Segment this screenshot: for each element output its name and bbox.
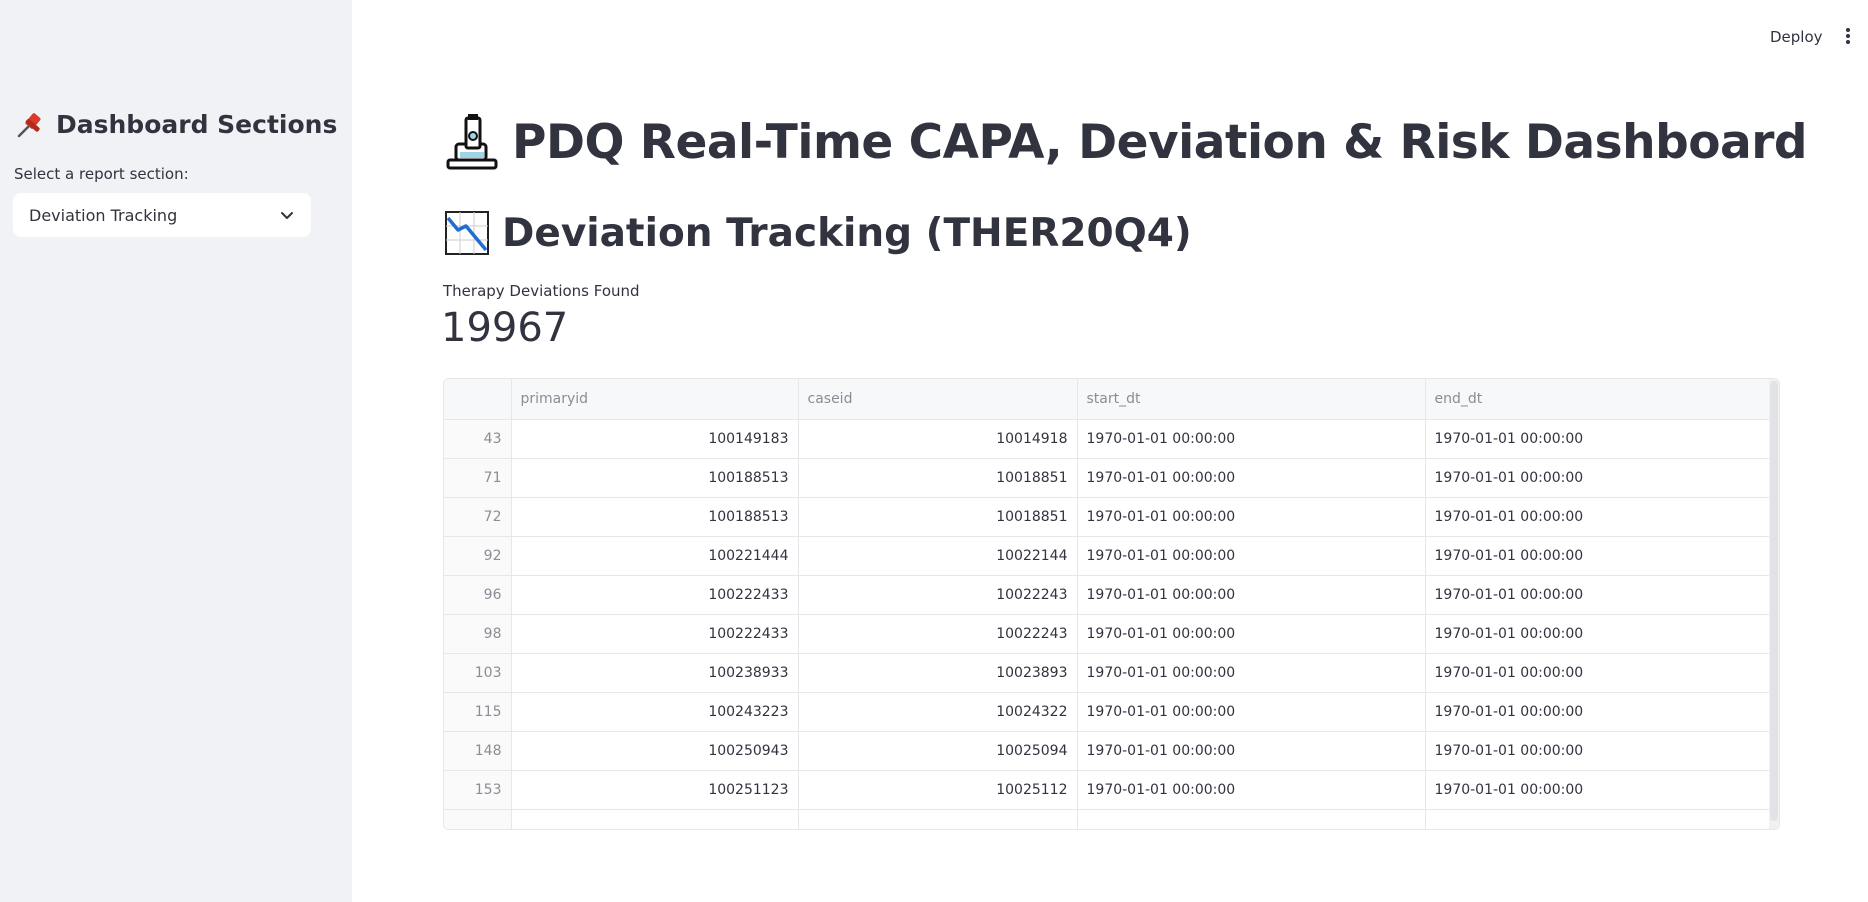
row-index: 96 (444, 575, 512, 615)
cell-caseid[interactable]: 10025094 (798, 731, 1078, 771)
row-index (444, 809, 512, 829)
deploy-button[interactable]: Deploy (1764, 26, 1829, 48)
row-index: 71 (444, 458, 512, 498)
cell-start-dt[interactable]: 1970-01-01 00:00:00 (1077, 770, 1426, 810)
cell-primaryid[interactable]: 100238933 (511, 653, 799, 693)
cell-end-dt[interactable]: 1970-01-01 00:00:00 (1425, 614, 1771, 654)
page-title-text: PDQ Real-Time CAPA, Deviation & Risk Das… (512, 114, 1808, 170)
cell-end-dt[interactable]: 1970-01-01 00:00:00 (1425, 458, 1771, 498)
sidebar-header: Dashboard Sections (14, 108, 337, 140)
section-select-value: Deviation Tracking (29, 205, 178, 225)
cell-end-dt[interactable]: 1970-01-01 00:00:00 (1425, 692, 1771, 732)
column-header-end-dt[interactable]: end_dt (1425, 379, 1771, 420)
chevron-down-icon (279, 207, 295, 223)
table-row[interactable]: 72 100188513 10018851 1970-01-01 00:00:0… (444, 497, 1771, 537)
section-title: Deviation Tracking (THER20Q4) (444, 210, 1192, 256)
table-row[interactable] (444, 809, 1771, 829)
cell-end-dt[interactable]: 1970-01-01 00:00:00 (1425, 731, 1771, 771)
cell-start-dt[interactable]: 1970-01-01 00:00:00 (1077, 731, 1426, 771)
cell-primaryid[interactable]: 100251123 (511, 770, 799, 810)
row-index: 72 (444, 497, 512, 537)
cell-primaryid[interactable]: 100222433 (511, 614, 799, 654)
cell-start-dt[interactable]: 1970-01-01 00:00:00 (1077, 692, 1426, 732)
table-row[interactable]: 148 100250943 10025094 1970-01-01 00:00:… (444, 731, 1771, 771)
cell-caseid[interactable]: 10022243 (798, 575, 1078, 615)
sidebar: Dashboard Sections Select a report secti… (0, 0, 352, 902)
table-scrollbar-thumb[interactable] (1770, 381, 1778, 821)
section-title-text: Deviation Tracking (THER20Q4) (502, 210, 1192, 256)
table-row[interactable]: 96 100222433 10022243 1970-01-01 00:00:0… (444, 575, 1771, 615)
cell-caseid[interactable]: 10018851 (798, 497, 1078, 537)
table-row[interactable]: 98 100222433 10022243 1970-01-01 00:00:0… (444, 614, 1771, 654)
cell-end-dt[interactable]: 1970-01-01 00:00:00 (1425, 575, 1771, 615)
table-row[interactable]: 92 100221444 10022144 1970-01-01 00:00:0… (444, 536, 1771, 576)
table-row[interactable]: 43 100149183 10014918 1970-01-01 00:00:0… (444, 419, 1771, 459)
chart-decreasing-icon (444, 210, 490, 256)
cell-caseid[interactable]: 10023893 (798, 653, 1078, 693)
row-index: 98 (444, 614, 512, 654)
cell-primaryid[interactable]: 100250943 (511, 731, 799, 771)
section-select-label: Select a report section: (14, 165, 189, 183)
metric-value: 19967 (441, 305, 569, 351)
cell-end-dt[interactable]: 1970-01-01 00:00:00 (1425, 419, 1771, 459)
cell-end-dt[interactable] (1425, 809, 1771, 829)
cell-caseid[interactable]: 10014918 (798, 419, 1078, 459)
cell-caseid[interactable] (798, 809, 1078, 829)
pushpin-icon (14, 108, 46, 140)
cell-primaryid[interactable]: 100149183 (511, 419, 799, 459)
row-index: 148 (444, 731, 512, 771)
cell-caseid[interactable]: 10024322 (798, 692, 1078, 732)
cell-caseid[interactable]: 10022243 (798, 614, 1078, 654)
cell-primaryid[interactable]: 100221444 (511, 536, 799, 576)
app-root: Dashboard Sections Select a report secti… (0, 0, 1868, 902)
table-row[interactable]: 71 100188513 10018851 1970-01-01 00:00:0… (444, 458, 1771, 498)
cell-primaryid[interactable]: 100188513 (511, 458, 799, 498)
cell-caseid[interactable]: 10018851 (798, 458, 1078, 498)
table-row[interactable]: 153 100251123 10025112 1970-01-01 00:00:… (444, 770, 1771, 810)
column-header-primaryid[interactable]: primaryid (511, 379, 799, 420)
cell-caseid[interactable]: 10025112 (798, 770, 1078, 810)
row-index: 115 (444, 692, 512, 732)
section-select[interactable]: Deviation Tracking (13, 193, 311, 237)
row-index: 153 (444, 770, 512, 810)
cell-start-dt[interactable]: 1970-01-01 00:00:00 (1077, 614, 1426, 654)
cell-start-dt[interactable]: 1970-01-01 00:00:00 (1077, 458, 1426, 498)
metric-label: Therapy Deviations Found (443, 282, 640, 300)
row-index: 103 (444, 653, 512, 693)
cell-end-dt[interactable]: 1970-01-01 00:00:00 (1425, 497, 1771, 537)
table-row[interactable]: 115 100243223 10024322 1970-01-01 00:00:… (444, 692, 1771, 732)
cell-start-dt[interactable]: 1970-01-01 00:00:00 (1077, 575, 1426, 615)
cell-primaryid[interactable]: 100188513 (511, 497, 799, 537)
cell-primaryid[interactable] (511, 809, 799, 829)
table-row[interactable]: 103 100238933 10023893 1970-01-01 00:00:… (444, 653, 1771, 693)
row-index: 92 (444, 536, 512, 576)
row-index: 43 (444, 419, 512, 459)
cell-end-dt[interactable]: 1970-01-01 00:00:00 (1425, 653, 1771, 693)
cell-end-dt[interactable]: 1970-01-01 00:00:00 (1425, 536, 1771, 576)
table-header-row: primaryid caseid start_dt end_dt (444, 379, 1771, 420)
sidebar-title: Dashboard Sections (56, 109, 338, 139)
cell-start-dt[interactable] (1077, 809, 1426, 829)
microscope-icon (444, 112, 500, 172)
column-header-index[interactable] (444, 379, 512, 420)
column-header-caseid[interactable]: caseid (798, 379, 1078, 420)
column-header-start-dt[interactable]: start_dt (1077, 379, 1426, 420)
deviations-table[interactable]: primaryid caseid start_dt end_dt 43 1001… (443, 378, 1780, 830)
cell-start-dt[interactable]: 1970-01-01 00:00:00 (1077, 419, 1426, 459)
more-vertical-icon[interactable] (1842, 26, 1854, 46)
cell-primaryid[interactable]: 100243223 (511, 692, 799, 732)
cell-start-dt[interactable]: 1970-01-01 00:00:00 (1077, 497, 1426, 537)
cell-start-dt[interactable]: 1970-01-01 00:00:00 (1077, 653, 1426, 693)
cell-caseid[interactable]: 10022144 (798, 536, 1078, 576)
cell-end-dt[interactable]: 1970-01-01 00:00:00 (1425, 770, 1771, 810)
cell-start-dt[interactable]: 1970-01-01 00:00:00 (1077, 536, 1426, 576)
page-title: PDQ Real-Time CAPA, Deviation & Risk Das… (444, 112, 1808, 172)
cell-primaryid[interactable]: 100222433 (511, 575, 799, 615)
